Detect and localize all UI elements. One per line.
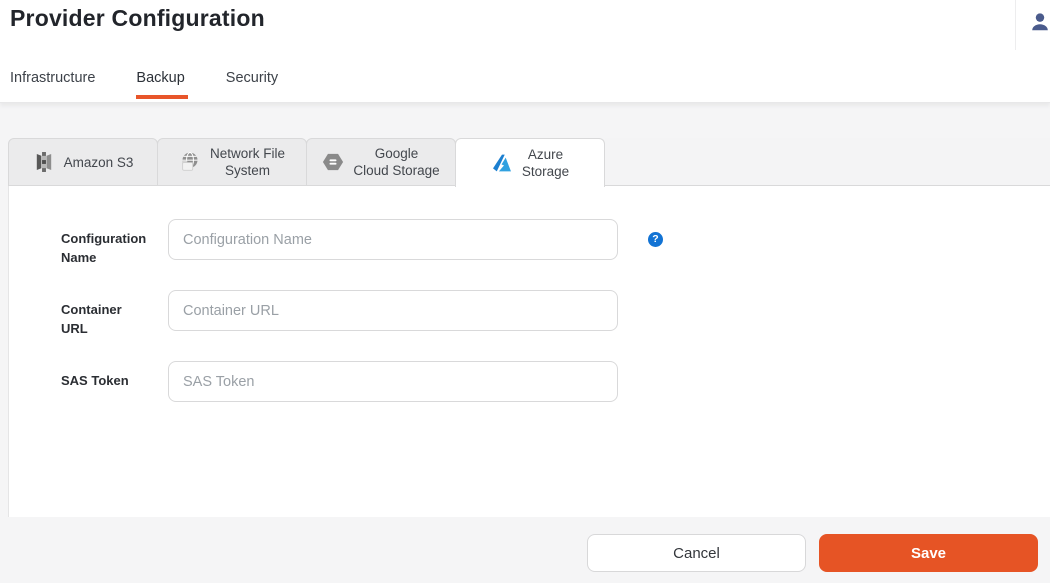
provider-tab-label: Azure Storage [522,146,569,180]
provider-tab-azure-storage[interactable]: Azure Storage [455,138,605,187]
help-icon[interactable]: ? [648,232,663,247]
provider-tab-label: Network File System [210,145,285,179]
provider-tab-label: Google Cloud Storage [353,145,439,179]
form-row-sas-token: SAS Token [61,361,1050,402]
form-row-container-url: Container URL [61,290,1050,338]
sas-token-input[interactable] [168,361,618,402]
page-title: Provider Configuration [10,5,265,32]
provider-tabstrip: Amazon S3 Network File System [8,138,1050,186]
azure-storage-panel: Configuration Name ? Container URL SAS T… [8,186,1050,517]
amazon-s3-icon [33,151,55,173]
configuration-name-label: Configuration Name [61,219,147,267]
sas-token-label: SAS Token [61,361,147,390]
provider-tab-google-cloud-storage[interactable]: Google Cloud Storage [306,138,456,186]
container-url-label: Container URL [61,290,147,338]
action-footer: Cancel Save [0,517,1050,583]
tabstrip-filler [605,138,1050,186]
nav-tab-backup[interactable]: Backup [136,70,184,102]
google-cloud-storage-icon [322,151,344,173]
user-icon[interactable] [1029,11,1050,33]
main-nav: Infrastructure Backup Security [10,70,319,102]
form-row-configuration-name: Configuration Name ? [61,219,1050,267]
nav-tab-security[interactable]: Security [226,70,278,102]
container-url-input[interactable] [168,290,618,331]
nav-tab-infrastructure[interactable]: Infrastructure [10,70,95,102]
provider-tab-network-file-system[interactable]: Network File System [157,138,307,186]
header-divider [1015,0,1016,50]
cancel-button[interactable]: Cancel [587,534,806,572]
save-button[interactable]: Save [819,534,1038,572]
app-header: Provider Configuration Infrastructure Ba… [0,0,1050,103]
azure-storage-icon [491,152,513,174]
network-file-system-icon [179,151,201,173]
provider-tab-amazon-s3[interactable]: Amazon S3 [8,138,158,186]
configuration-name-input[interactable] [168,219,618,260]
provider-tab-label: Amazon S3 [64,154,134,171]
